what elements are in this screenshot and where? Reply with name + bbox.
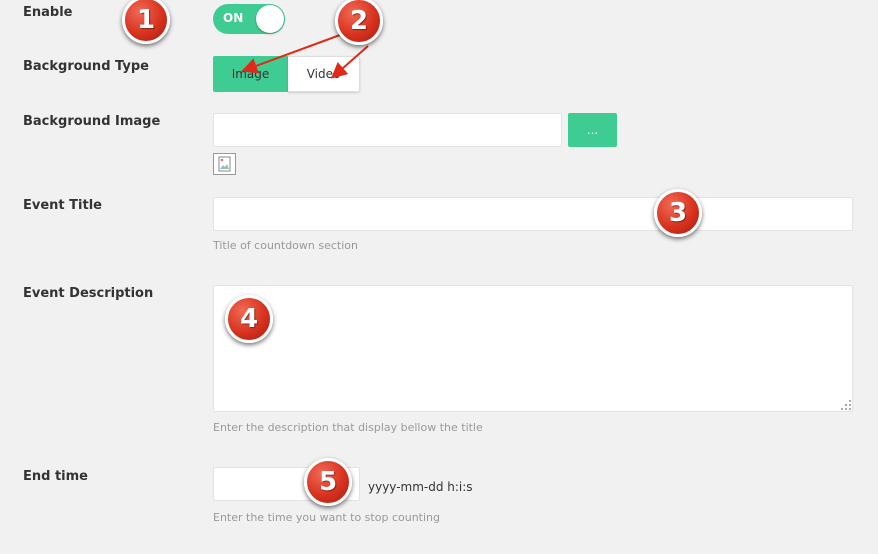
badge-1: 1 [122, 0, 170, 44]
resize-handle-icon[interactable] [840, 399, 852, 411]
badge-3: 3 [654, 189, 702, 237]
background-image-label: Background Image [23, 114, 161, 129]
toggle-knob[interactable] [256, 5, 284, 33]
badge-5: 5 [304, 458, 352, 506]
browse-image-button[interactable]: ... [568, 113, 617, 147]
toggle-on-label: ON [223, 11, 244, 25]
event-description-label: Event Description [23, 286, 154, 301]
background-type-image-button[interactable]: Image [213, 56, 288, 92]
end-time-format: yyyy-mm-dd h:i:s [368, 480, 473, 494]
enable-toggle[interactable]: ON [213, 4, 285, 34]
event-title-input[interactable] [213, 197, 853, 231]
event-title-label: Event Title [23, 198, 102, 213]
image-preview-icon [213, 153, 236, 175]
background-image-input[interactable] [213, 113, 562, 147]
event-description-help: Enter the description that display bello… [213, 421, 483, 434]
event-title-help: Title of countdown section [213, 239, 358, 252]
background-type-video-button[interactable]: Video [288, 56, 360, 92]
end-time-label: End time [23, 469, 88, 484]
badge-4: 4 [225, 295, 273, 343]
enable-label: Enable [23, 5, 73, 20]
end-time-help: Enter the time you want to stop counting [213, 511, 440, 524]
annotation-arrows [241, 34, 369, 79]
background-type-label: Background Type [23, 59, 149, 74]
event-description-textarea[interactable] [213, 285, 853, 412]
badge-2: 2 [335, 0, 383, 45]
